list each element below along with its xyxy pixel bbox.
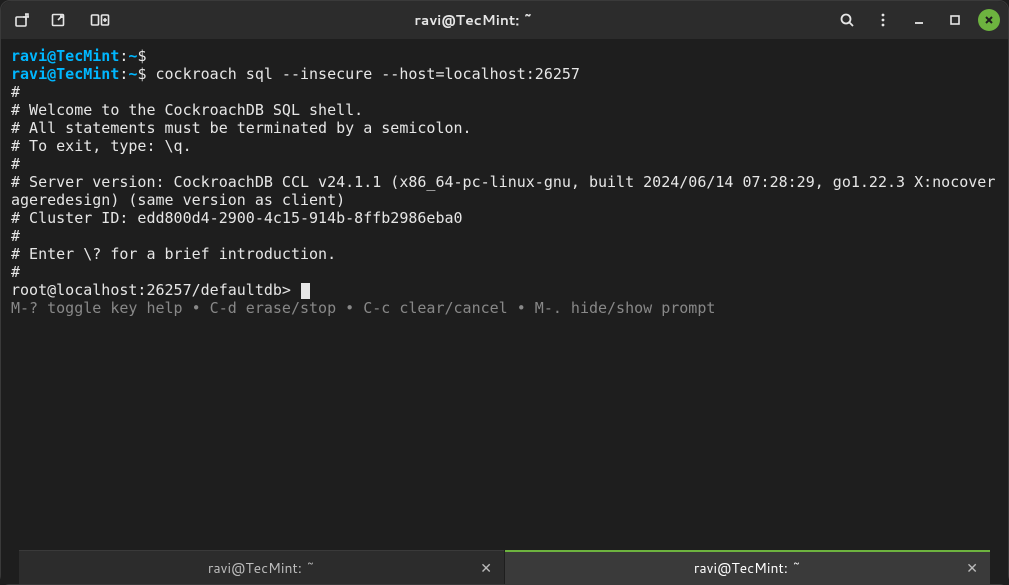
close-button[interactable]: [978, 9, 1000, 31]
prompt-dollar: $: [137, 65, 146, 83]
tab-bar: ravi@TecMint: ~ ✕ ravi@TecMint: ~ ✕: [1, 550, 1008, 584]
cursor: [301, 283, 310, 299]
maximize-button[interactable]: [942, 7, 968, 33]
tab-close-icon[interactable]: ✕: [966, 558, 978, 578]
minimize-button[interactable]: [906, 7, 932, 33]
terminal-tab-2[interactable]: ravi@TecMint: ~ ✕: [505, 550, 990, 584]
search-button[interactable]: [834, 7, 860, 33]
output-line: #: [11, 263, 998, 281]
output-line: #: [11, 227, 998, 245]
prompt-user: ravi@TecMint: [11, 47, 119, 65]
terminal-tab-1[interactable]: ravi@TecMint: ~ ✕: [19, 550, 504, 584]
output-line: #: [11, 83, 998, 101]
output-line: # All statements must be terminated by a…: [11, 119, 998, 137]
new-tab-button[interactable]: [9, 7, 35, 33]
output-line: # Cluster ID: edd800d4-2900-4c15-914b-8f…: [11, 209, 998, 227]
output-line: #: [11, 155, 998, 173]
prompt-dollar: $: [137, 47, 146, 65]
tab-close-icon[interactable]: ✕: [480, 558, 492, 578]
window-title: ravi@TecMint: ~: [113, 10, 834, 30]
terminal-area[interactable]: ravi@TecMint:~$ravi@TecMint:~$ cockroach…: [1, 39, 1008, 550]
tabbar-spacer-left: [1, 550, 19, 584]
new-window-button[interactable]: [45, 7, 71, 33]
output-line: # Enter \? for a brief introduction.: [11, 245, 998, 263]
prompt-user: ravi@TecMint: [11, 65, 119, 83]
tab-label: ravi@TecMint: ~: [208, 558, 315, 578]
titlebar: ravi@TecMint: ~: [1, 1, 1008, 39]
cmd-text: cockroach sql --insecure --host=localhos…: [156, 65, 580, 83]
output-line: # Welcome to the CockroachDB SQL shell.: [11, 101, 998, 119]
menu-button[interactable]: [870, 7, 896, 33]
tab-label: ravi@TecMint: ~: [694, 558, 801, 578]
help-line: M-? toggle key help • C-d erase/stop • C…: [11, 299, 998, 317]
split-button[interactable]: [87, 7, 113, 33]
sql-prompt: root@localhost:26257/defaultdb>: [11, 281, 300, 299]
output-line: # To exit, type: \q.: [11, 137, 998, 155]
tabbar-spacer-right: [990, 550, 1008, 584]
output-line: # Server version: CockroachDB CCL v24.1.…: [11, 173, 998, 209]
